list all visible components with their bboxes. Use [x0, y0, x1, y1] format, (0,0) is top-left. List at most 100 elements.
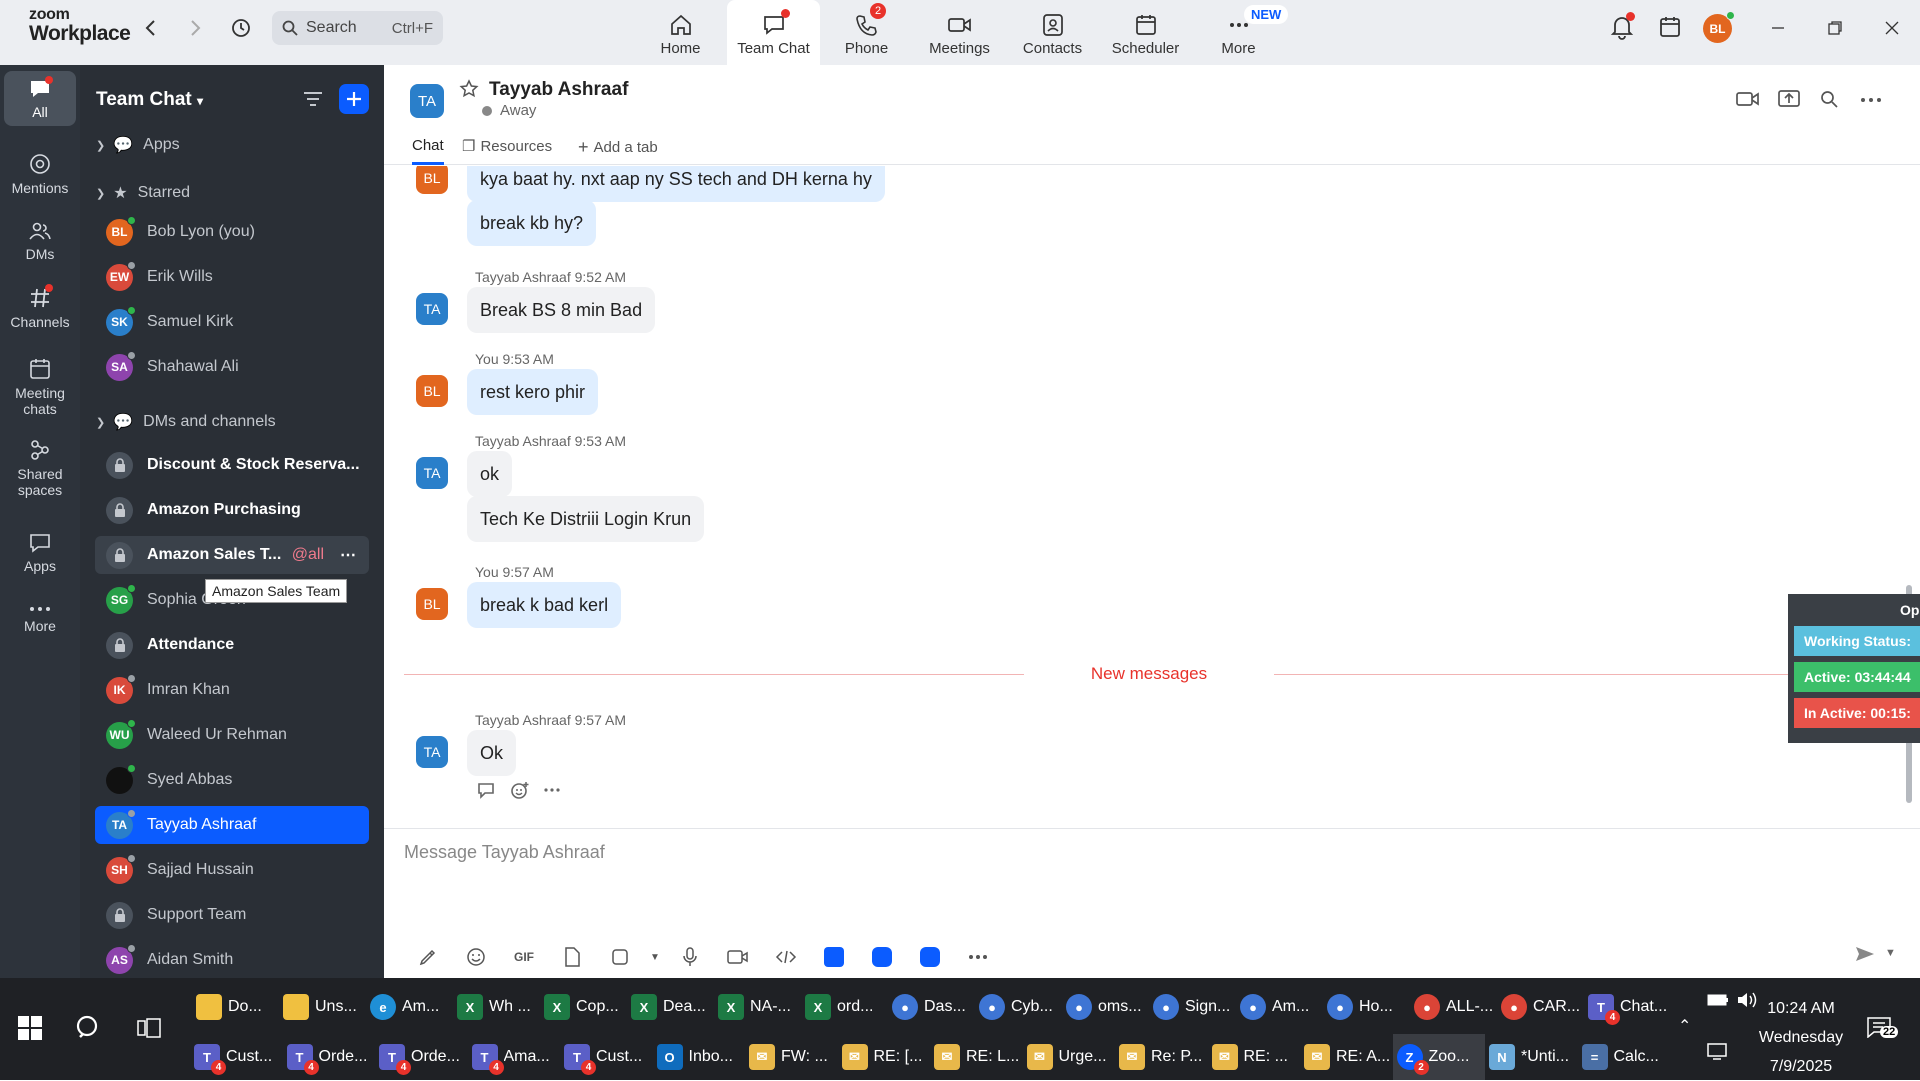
restore-icon[interactable] — [1806, 0, 1863, 56]
message-more-icon[interactable] — [544, 787, 560, 793]
tab-team-chat[interactable]: Team Chat — [727, 0, 820, 65]
apps-section[interactable]: ❯ 💬 Apps — [96, 135, 180, 155]
app-icon-3[interactable] — [906, 942, 954, 972]
tab-contacts[interactable]: Contacts — [1006, 0, 1099, 65]
rail-item-more[interactable]: More — [4, 597, 76, 640]
app-icon-1[interactable] — [810, 942, 858, 972]
video-call-icon[interactable] — [1736, 90, 1760, 108]
list-item[interactable]: SA Shahawal Ali — [95, 348, 369, 386]
taskbar-app[interactable]: T 4 Orde... — [375, 1034, 468, 1080]
taskbar-app[interactable]: = Calc... — [1578, 1034, 1671, 1080]
taskbar-app[interactable]: Xord... — [801, 984, 888, 1030]
emoji-icon[interactable] — [452, 942, 500, 972]
rail-item-shared-spaces[interactable]: Shared spaces — [4, 431, 76, 504]
list-item[interactable]: Discount & Stock Reserva... — [95, 446, 369, 484]
chevron-down-icon[interactable]: ▼ — [644, 942, 666, 972]
taskbar-app[interactable]: X Wh ... — [453, 984, 540, 1030]
add-tab-button[interactable]: + Add a tab — [578, 137, 658, 158]
rail-item-apps[interactable]: Apps — [4, 525, 76, 580]
rail-item-dms[interactable]: DMs — [4, 213, 76, 268]
message-bubble[interactable]: Tech Ke Distriii Login Krun — [467, 496, 705, 542]
taskbar-app[interactable]: X Cop... — [540, 984, 627, 1030]
list-item[interactable]: Amazon Sales T... @all ⋯ — [95, 536, 369, 574]
message-avatar[interactable]: BL — [416, 375, 448, 407]
message-bubble[interactable]: Ok — [467, 730, 517, 776]
send-options-chevron-icon[interactable]: ▼ — [1885, 947, 1896, 959]
taskbar-app[interactable]: ✉ Re: P... — [1115, 1034, 1208, 1080]
system-clock[interactable]: 10:24 AM Wednesday 7/9/2025 — [1746, 994, 1856, 1081]
message-input[interactable]: Message Tayyab Ashraaf — [404, 842, 605, 863]
minimize-icon[interactable] — [1749, 0, 1806, 56]
message-bubble[interactable]: ok — [467, 451, 513, 497]
filter-icon[interactable] — [302, 90, 324, 108]
taskbar-app[interactable]: ✉ RE: [... — [838, 1034, 931, 1080]
taskbar-app[interactable]: ● Das... — [888, 984, 975, 1030]
format-icon[interactable] — [404, 942, 452, 972]
chat-contact-name[interactable]: Tayyab Ashraaf — [489, 79, 628, 101]
history-icon[interactable] — [228, 15, 254, 41]
taskbar-app[interactable]: e Am... — [366, 984, 453, 1030]
video-message-icon[interactable] — [714, 942, 762, 972]
taskbar-app[interactable]: O Inbo... — [653, 1034, 746, 1080]
message-bubble[interactable]: kya baat hy. nxt aap ny SS tech and DH k… — [467, 166, 885, 202]
send-icon[interactable] — [1854, 943, 1876, 965]
tab-chat[interactable]: Chat — [412, 137, 444, 154]
calendar-icon[interactable] — [1658, 15, 1682, 39]
taskbar-app[interactable]: ✉ RE: A... — [1300, 1034, 1393, 1080]
new-chat-button[interactable] — [339, 84, 369, 114]
taskbar-app[interactable]: ● Ho... — [1323, 984, 1410, 1030]
taskbar-app[interactable]: ✉ FW: ... — [745, 1034, 838, 1080]
taskbar-app[interactable]: X Dea... — [627, 984, 714, 1030]
message-avatar[interactable]: TA — [416, 457, 448, 489]
close-icon[interactable] — [1863, 0, 1920, 56]
rail-item-all[interactable]: All — [4, 71, 76, 126]
profile-avatar[interactable]: BL — [1703, 11, 1735, 43]
code-snippet-icon[interactable] — [762, 942, 810, 972]
taskbar-app[interactable]: T 4 Orde... — [283, 1034, 376, 1080]
windows-start-icon[interactable] — [18, 1016, 42, 1040]
message-bubble[interactable]: rest kero phir — [467, 369, 599, 415]
taskbar-app[interactable]: ● oms... — [1062, 984, 1149, 1030]
taskbar-app[interactable]: T 4 Ama... — [468, 1034, 561, 1080]
network-icon[interactable] — [1706, 1042, 1728, 1060]
taskbar-app[interactable]: N *Unti... — [1485, 1034, 1578, 1080]
list-item[interactable]: Syed Abbas — [95, 761, 369, 799]
battery-icon[interactable] — [1707, 993, 1729, 1007]
list-item[interactable]: Amazon Purchasing — [95, 491, 369, 529]
taskbar-app[interactable]: X NA-... — [714, 984, 801, 1030]
list-item[interactable]: BL Bob Lyon (you) — [95, 213, 369, 251]
search-bar[interactable]: Search Ctrl+F — [272, 11, 443, 45]
forward-arrow-icon[interactable] — [182, 15, 208, 41]
chevron-up-icon[interactable]: ⌃ — [1678, 1016, 1691, 1036]
message-avatar[interactable]: BL — [416, 588, 448, 620]
taskbar-app[interactable]: ✉ RE: L... — [930, 1034, 1023, 1080]
tab-resources[interactable]: ❐ Resources — [462, 137, 552, 156]
notifications-bell-icon[interactable] — [1610, 12, 1635, 40]
more-options-icon[interactable]: ⋯ — [340, 545, 357, 565]
taskbar-app[interactable]: ✉ RE: ... — [1208, 1034, 1301, 1080]
list-item[interactable]: IK Imran Khan — [95, 671, 369, 709]
message-bubble[interactable]: break kb hy? — [467, 200, 597, 246]
more-options-icon[interactable] — [1860, 97, 1882, 103]
search-icon[interactable] — [75, 1014, 103, 1042]
list-item[interactable]: SK Samuel Kirk — [95, 303, 369, 341]
rail-item-channels[interactable]: Channels — [4, 279, 76, 336]
microphone-icon[interactable] — [666, 942, 714, 972]
taskbar-app[interactable]: ● Cyb... — [975, 984, 1062, 1030]
taskbar-app[interactable]: ✉ Urge... — [1023, 1034, 1116, 1080]
reply-icon[interactable] — [476, 781, 496, 799]
tab-scheduler[interactable]: Scheduler — [1099, 0, 1192, 65]
taskbar-app[interactable]: Do... — [192, 984, 279, 1030]
taskbar-app[interactable]: Z 2 Zoo... — [1392, 1034, 1485, 1080]
chat-avatar[interactable]: TA — [410, 84, 444, 118]
taskbar-app[interactable]: ● Sign... — [1149, 984, 1236, 1030]
taskbar-app[interactable]: ● Am... — [1236, 984, 1323, 1030]
rail-item-meeting-chats[interactable]: Meeting chats — [4, 350, 76, 423]
sidebar-title[interactable]: Team Chat ▾ — [96, 89, 203, 111]
message-avatar[interactable]: TA — [416, 293, 448, 325]
message-bubble[interactable]: break k bad kerl — [467, 582, 622, 628]
screenshot-icon[interactable] — [596, 942, 644, 972]
taskbar-app[interactable]: ● CAR... — [1497, 984, 1584, 1030]
message-avatar[interactable]: TA — [416, 736, 448, 768]
search-icon[interactable] — [1820, 90, 1838, 108]
